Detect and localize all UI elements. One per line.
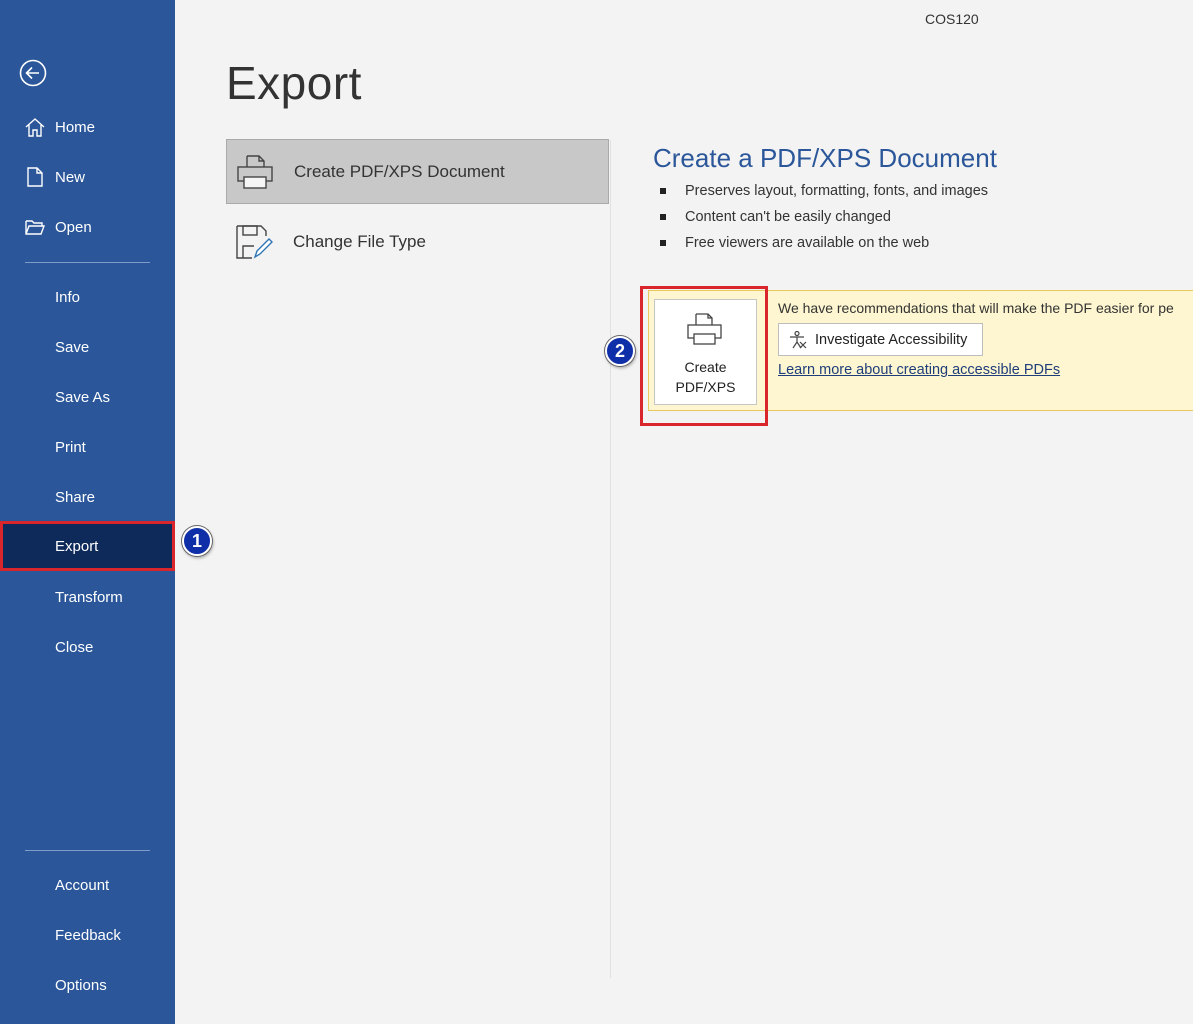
nav-label: Export [55, 537, 99, 555]
nav-save[interactable]: Save [0, 322, 175, 372]
investigate-accessibility-button[interactable]: Investigate Accessibility [778, 323, 983, 356]
sidebar-divider [25, 850, 150, 851]
create-button-label: Create PDF/XPS [655, 357, 756, 397]
step-callout-1: 1 [182, 526, 212, 556]
new-document-icon [24, 166, 46, 188]
document-name: COS120 [925, 11, 979, 27]
nav-label: Options [55, 976, 107, 994]
nav-label: Info [55, 288, 81, 306]
create-button-line2: PDF/XPS [675, 379, 736, 395]
nav-open[interactable]: Open [0, 202, 175, 252]
nav-label: Save As [55, 388, 111, 406]
nav-account[interactable]: Account [0, 860, 175, 910]
nav-label: Close [55, 638, 94, 656]
pane-divider [610, 140, 611, 978]
nav-label: Open [55, 218, 92, 236]
nav-export[interactable]: Export [0, 521, 175, 571]
feature-bullet: Preserves layout, formatting, fonts, and… [660, 180, 988, 206]
banner-message: We have recommendations that will make t… [778, 300, 1174, 316]
nav-label: New [55, 168, 86, 186]
nav-label: Save [55, 338, 90, 356]
page-title: Export [226, 57, 362, 109]
option-label: Change File Type [293, 231, 426, 251]
feature-list: Preserves layout, formatting, fonts, and… [660, 180, 988, 258]
nav-label: Feedback [55, 926, 121, 944]
feature-bullet: Free viewers are available on the web [660, 232, 988, 258]
feature-bullet: Content can't be easily changed [660, 206, 988, 232]
nav-label: Share [55, 488, 96, 506]
nav-feedback[interactable]: Feedback [0, 910, 175, 960]
nav-print[interactable]: Print [0, 422, 175, 472]
nav-label: Account [55, 876, 110, 894]
nav-home[interactable]: Home [0, 102, 175, 152]
nav-new[interactable]: New [0, 152, 175, 202]
nav-label: Home [55, 118, 96, 136]
accessibility-icon [788, 330, 808, 350]
learn-more-link[interactable]: Learn more about creating accessible PDF… [778, 362, 1060, 378]
create-button-line1: Create [684, 359, 727, 375]
back-arrow-icon[interactable] [19, 59, 47, 87]
nav-save-as[interactable]: Save As [0, 372, 175, 422]
backstage-sidebar: Home New Open Info Save Save As Print Sh… [0, 0, 175, 1024]
create-pdf-xps-button[interactable]: Create PDF/XPS [654, 299, 757, 405]
step-callout-2: 2 [605, 336, 635, 366]
option-create-pdf-xps[interactable]: Create PDF/XPS Document [226, 139, 609, 204]
option-label: Create PDF/XPS Document [294, 161, 505, 181]
printer-document-icon [235, 152, 275, 192]
nav-label: Transform [55, 588, 123, 606]
nav-options[interactable]: Options [0, 960, 175, 1010]
home-icon [24, 116, 46, 138]
nav-info[interactable]: Info [0, 272, 175, 322]
accessibility-button-label: Investigate Accessibility [815, 331, 968, 348]
nav-close[interactable]: Close [0, 622, 175, 672]
nav-share[interactable]: Share [0, 472, 175, 522]
option-change-file-type[interactable]: Change File Type [226, 209, 609, 274]
save-edit-icon [234, 222, 274, 262]
printer-icon [686, 312, 724, 350]
folder-open-icon [24, 216, 46, 238]
nav-label: Print [55, 438, 86, 456]
sidebar-divider [25, 262, 150, 263]
nav-transform[interactable]: Transform [0, 572, 175, 622]
detail-title: Create a PDF/XPS Document [653, 143, 997, 173]
